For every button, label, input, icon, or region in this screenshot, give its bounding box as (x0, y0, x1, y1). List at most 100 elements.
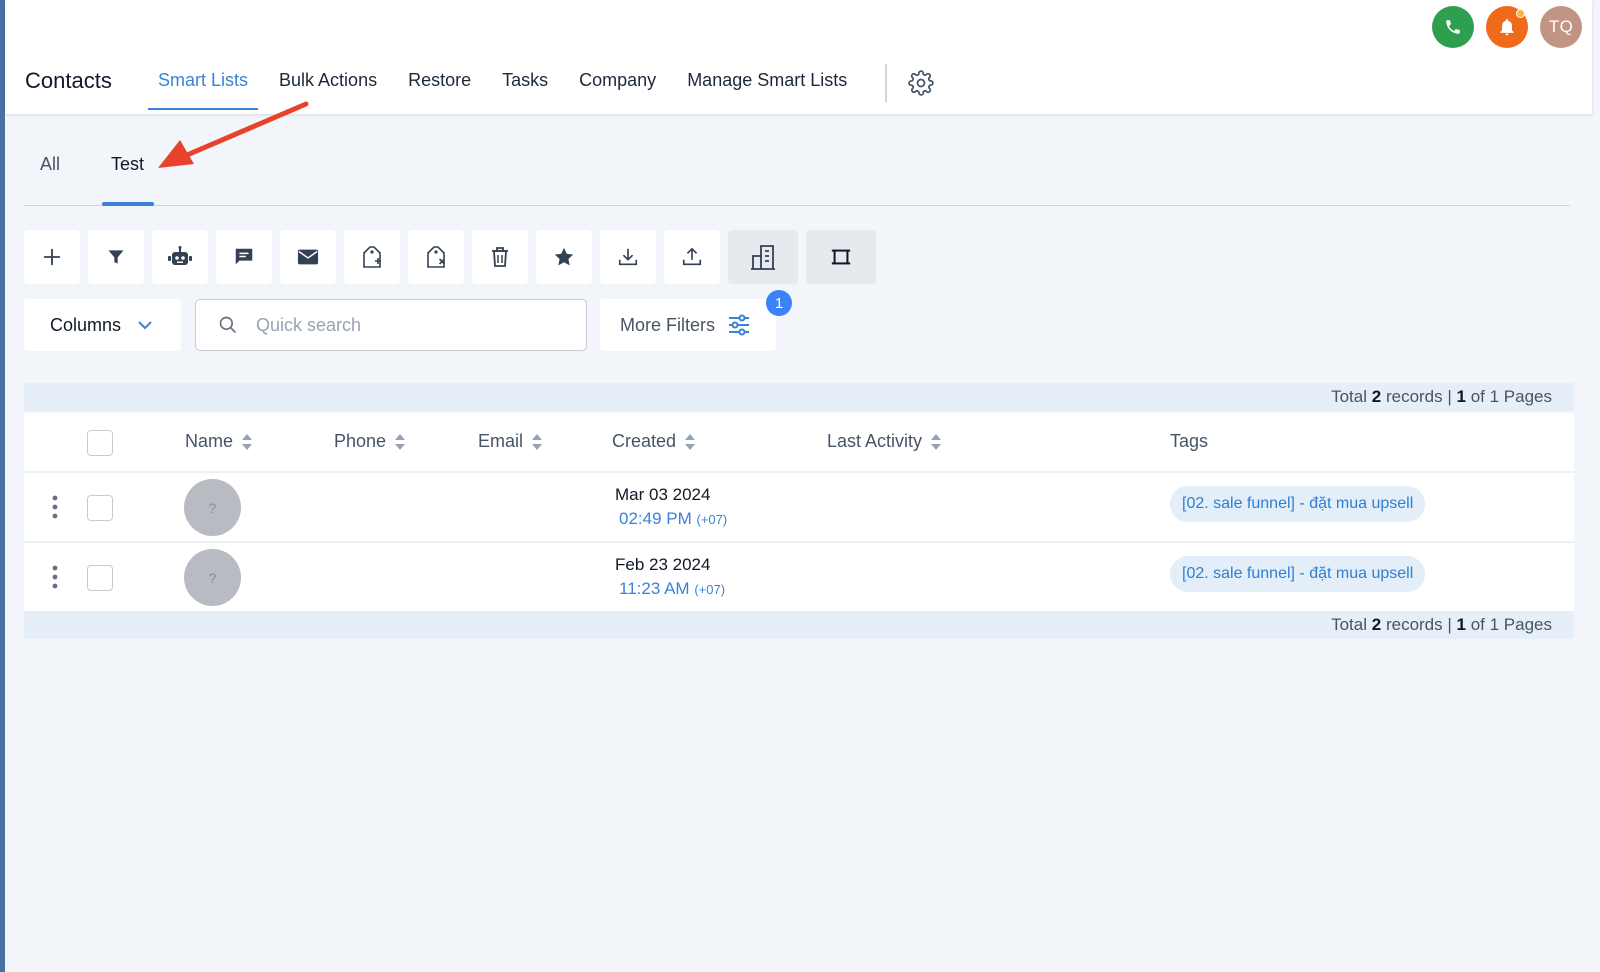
column-phone[interactable]: Phone (334, 431, 406, 452)
filter-button[interactable] (88, 230, 144, 284)
tab-test[interactable]: Test (111, 154, 144, 175)
total-pages: of 1 Pages (1470, 387, 1552, 406)
columns-label: Columns (50, 314, 122, 335)
nav-tasks[interactable]: Tasks (492, 60, 558, 112)
columns-dropdown[interactable]: Columns (24, 299, 181, 351)
records-word: records | (1385, 615, 1452, 634)
action-toolbar (24, 230, 876, 284)
add-contact-button[interactable] (24, 230, 80, 284)
import-button[interactable] (600, 230, 656, 284)
timezone-label: (+07) (696, 512, 728, 527)
tag-chip[interactable]: [02. sale funnel] - đặt mua upsell (1170, 486, 1426, 522)
crop-button[interactable] (806, 230, 876, 284)
top-right-actions: TQ (1432, 6, 1582, 48)
current-page: 1 (1456, 387, 1466, 406)
remove-tag-icon (427, 246, 446, 268)
annotation-arrow-icon (158, 101, 309, 168)
add-tag-button[interactable] (344, 230, 400, 284)
table-row[interactable]: ? Mar 03 2024 02:49 PM (+07) [02. sale f… (24, 473, 1574, 543)
star-icon (554, 247, 574, 266)
select-all-checkbox[interactable] (87, 430, 113, 456)
records-prefix: Total (1331, 615, 1368, 634)
export-button[interactable] (664, 230, 720, 284)
send-sms-button[interactable] (216, 230, 272, 284)
nav-restore[interactable]: Restore (398, 60, 481, 112)
records-count: 2 (1371, 615, 1382, 634)
records-word: records | (1385, 387, 1452, 406)
contact-avatar[interactable]: ? (184, 549, 241, 606)
phone-icon (1446, 20, 1460, 34)
quick-search-box (195, 299, 587, 351)
delete-button[interactable] (472, 230, 528, 284)
sort-icon (931, 433, 942, 450)
column-email[interactable]: Email (478, 431, 543, 452)
export-icon (682, 247, 702, 266)
table-header: Name Phone Email Created Last Activity T… (24, 413, 1574, 473)
bell-icon (1500, 19, 1514, 36)
records-summary-top: Total 2 records | 1 of 1 Pages (24, 383, 1574, 411)
left-edge-strip (0, 0, 5, 972)
column-tags: Tags (1170, 431, 1208, 452)
filter-count-badge: 1 (766, 290, 792, 316)
column-last-activity-label: Last Activity (827, 431, 923, 451)
quick-search-input[interactable] (256, 314, 556, 336)
active-tab-indicator (102, 202, 154, 206)
created-time: 02:49 PM (+07) (619, 509, 727, 529)
crop-icon (831, 249, 851, 265)
created-time-value: 11:23 AM (619, 579, 690, 598)
column-phone-label: Phone (334, 431, 387, 451)
contact-avatar[interactable]: ? (184, 479, 241, 536)
nav-divider (885, 64, 887, 102)
contacts-table: Name Phone Email Created Last Activity T… (24, 413, 1574, 613)
sort-icon (395, 433, 406, 450)
column-tags-label: Tags (1170, 431, 1209, 451)
review-request-button[interactable] (536, 230, 592, 284)
records-summary-bottom: Total 2 records | 1 of 1 Pages (24, 611, 1574, 639)
row-checkbox[interactable] (87, 565, 113, 591)
sliders-icon (729, 314, 750, 336)
column-created[interactable]: Created (612, 431, 696, 452)
page-title: Contacts (25, 68, 112, 93)
sort-icon (532, 433, 543, 450)
records-prefix: Total (1331, 387, 1368, 406)
table-row[interactable]: ? Feb 23 2024 11:23 AM (+07) [02. sale f… (24, 543, 1574, 613)
robot-icon (168, 246, 192, 265)
remove-tag-button[interactable] (408, 230, 464, 284)
import-icon (618, 248, 638, 266)
tab-all[interactable]: All (40, 154, 60, 175)
company-button[interactable] (728, 230, 798, 284)
phone-button[interactable] (1432, 6, 1474, 48)
row-menu-icon[interactable] (52, 495, 58, 519)
notification-dot (1516, 9, 1525, 18)
nav-manage-smart-lists[interactable]: Manage Smart Lists (677, 60, 857, 112)
row-menu-icon[interactable] (52, 565, 58, 589)
more-filters-button[interactable]: More Filters (600, 299, 776, 351)
column-name-label: Name (185, 431, 234, 451)
created-time-value: 02:49 PM (619, 509, 692, 528)
total-pages: of 1 Pages (1470, 615, 1552, 634)
column-email-label: Email (478, 431, 524, 451)
current-page: 1 (1456, 615, 1466, 634)
tag-chip[interactable]: [02. sale funnel] - đặt mua upsell (1170, 556, 1426, 592)
filter-icon (108, 250, 124, 264)
email-icon (297, 249, 319, 265)
created-time: 11:23 AM (+07) (619, 579, 725, 599)
created-date: Mar 03 2024 (615, 485, 711, 504)
user-avatar[interactable]: TQ (1540, 6, 1582, 48)
timezone-label: (+07) (694, 582, 726, 597)
send-email-button[interactable] (280, 230, 336, 284)
notifications-button[interactable] (1486, 6, 1528, 48)
more-filters-label: More Filters (620, 314, 716, 335)
sort-icon (685, 433, 696, 450)
nav-company[interactable]: Company (569, 60, 666, 112)
company-icon (751, 245, 775, 270)
sort-icon (242, 433, 253, 450)
search-icon (219, 316, 237, 334)
column-last-activity[interactable]: Last Activity (827, 431, 942, 452)
row-checkbox[interactable] (87, 495, 113, 521)
workflow-button[interactable] (152, 230, 208, 284)
created-date: Feb 23 2024 (615, 555, 711, 574)
column-name[interactable]: Name (185, 431, 253, 452)
column-created-label: Created (612, 431, 677, 451)
gear-icon[interactable] (908, 70, 934, 96)
